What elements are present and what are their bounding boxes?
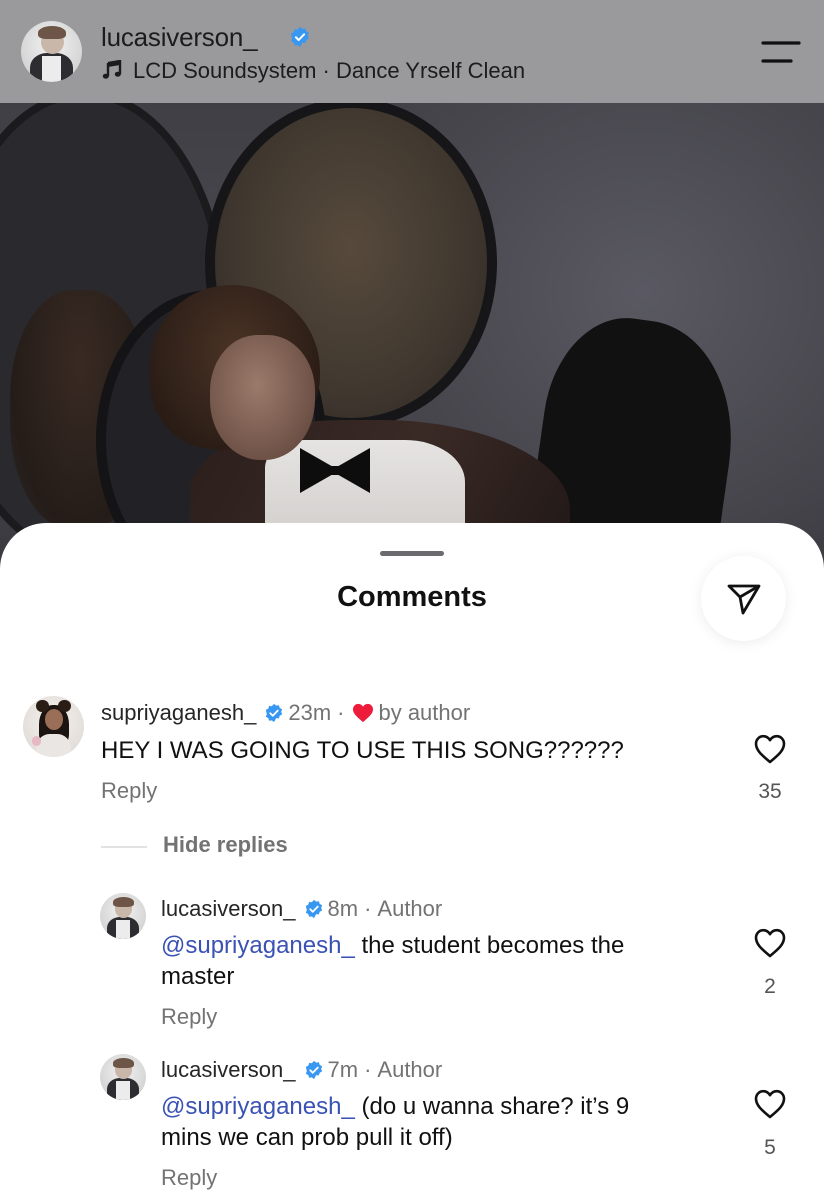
heart-outline-icon[interactable] (753, 927, 787, 959)
verified-badge-icon (305, 899, 322, 919)
heart-outline-icon[interactable] (753, 1088, 787, 1120)
author-username[interactable]: lucasiverson_ (101, 22, 258, 53)
reply-button[interactable]: Reply (101, 778, 157, 804)
reply-username[interactable]: lucasiverson_ (161, 896, 296, 922)
send-icon (727, 584, 760, 614)
reply-header: lucasiverson_ 7m · Author (161, 1057, 443, 1083)
reply-header: lucasiverson_ 8m · Author (161, 896, 443, 922)
reply-button[interactable]: Reply (161, 1165, 217, 1191)
reply-text: @supriyaganesh_ (do u wanna share? it’s … (161, 1091, 629, 1153)
reply-button[interactable]: Reply (161, 1004, 217, 1030)
music-note-icon (102, 60, 122, 79)
reply-username[interactable]: lucasiverson_ (161, 1057, 296, 1083)
reply-avatar[interactable] (100, 893, 146, 939)
audio-track-label[interactable]: LCD Soundsystem · Dance Yrself Clean (133, 58, 525, 84)
reply-text-line: master (161, 963, 235, 990)
sheet-grabber[interactable] (380, 551, 444, 556)
comment-text: HEY I WAS GOING TO USE THIS SONG?????? (101, 737, 624, 764)
like-count: 2 (764, 975, 776, 998)
like-count: 5 (764, 1136, 776, 1159)
liked-by-author-label: by author (378, 700, 471, 725)
heart-filled-icon (353, 703, 374, 723)
mention-link[interactable]: @supriyaganesh_ (161, 1093, 355, 1120)
like-count: 35 (758, 780, 782, 803)
share-button[interactable] (701, 556, 786, 641)
comments-sheet: Comments supriyaganesh_ 23m · by author … (0, 523, 824, 1200)
verified-badge-icon (266, 703, 283, 723)
author-tag: Author (377, 896, 443, 921)
reply-time: 8m (327, 896, 359, 921)
author-avatar[interactable] (21, 21, 82, 82)
author-tag: Author (377, 1057, 443, 1082)
comment-time: 23m (288, 700, 332, 725)
comment-username[interactable]: supriyaganesh_ (101, 700, 256, 726)
verified-badge-icon (291, 26, 309, 48)
verified-badge-icon (305, 1060, 322, 1080)
commenter-avatar[interactable] (23, 696, 84, 757)
reply-text-line: (do u wanna share? it’s 9 (354, 1093, 630, 1120)
reply-text-line: mins we can prob pull it off) (161, 1124, 453, 1151)
reply-avatar[interactable] (100, 1054, 146, 1100)
person-face (210, 335, 315, 460)
mention-link[interactable]: @supriyaganesh_ (161, 932, 355, 959)
reply-text-line: the student becomes the (354, 932, 625, 959)
hide-replies-button[interactable]: Hide replies (163, 832, 288, 858)
comment-header: supriyaganesh_ 23m · by author (101, 700, 471, 726)
reply-time: 7m (327, 1057, 359, 1082)
reel-header: lucasiverson_ LCD Soundsystem · Dance Yr… (0, 0, 824, 103)
divider (101, 846, 147, 848)
menu-icon[interactable] (760, 40, 802, 64)
reply-text: @supriyaganesh_ the student becomes the … (161, 930, 624, 992)
heart-outline-icon[interactable] (753, 733, 787, 765)
